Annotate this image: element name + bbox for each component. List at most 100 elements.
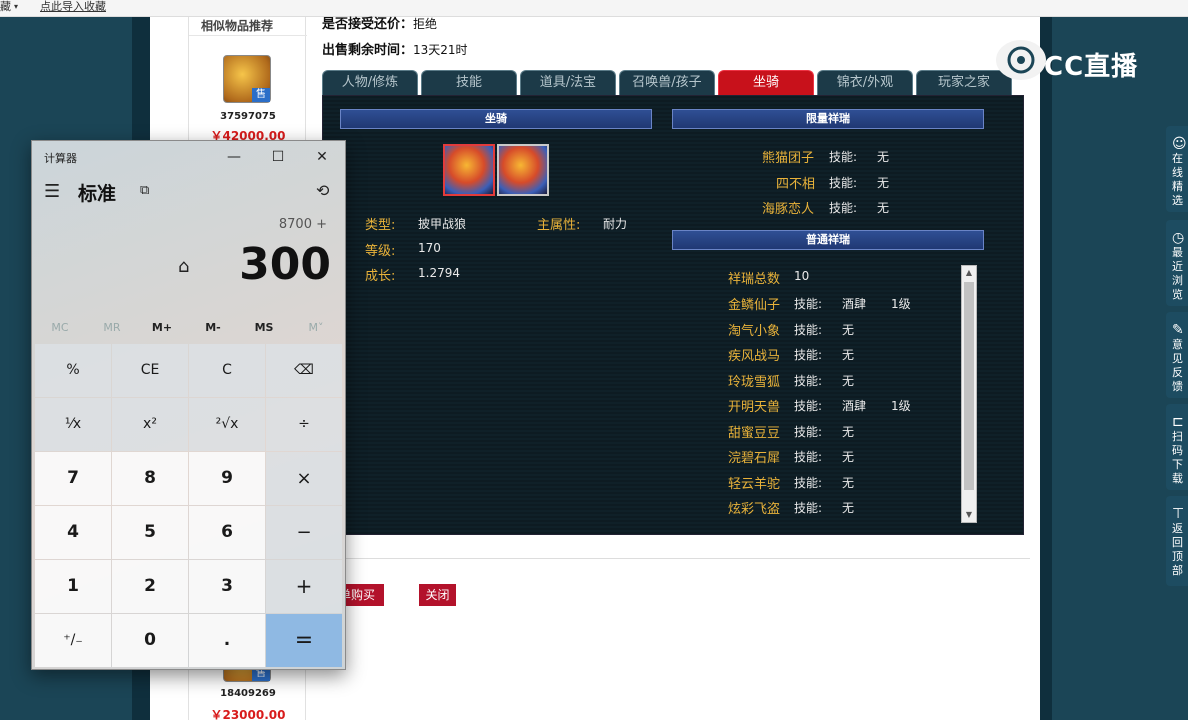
digit-6-button[interactable]: 6 xyxy=(189,506,265,559)
memory-add-button[interactable]: M+ xyxy=(136,321,188,334)
sidebar-item-download[interactable]: ⊏ 扫码下载 xyxy=(1166,404,1188,490)
chevron-down-icon[interactable]: ▾ xyxy=(14,0,18,13)
square-root-button[interactable]: ²√x xyxy=(189,398,265,451)
rare-header: 限量祥瑞 xyxy=(672,109,984,129)
watermark-brand: CC直播 xyxy=(1044,52,1139,82)
close-icon[interactable]: ✕ xyxy=(300,145,344,169)
rare-skill: 无 xyxy=(877,150,890,164)
normal-skill: 无 xyxy=(842,425,855,439)
sidebar-item-history[interactable]: ◷ 最近浏览 xyxy=(1166,220,1188,306)
reciprocal-button[interactable]: ¹⁄x xyxy=(35,398,111,451)
total-label: 祥瑞总数 xyxy=(728,272,781,287)
normal-skill: 无 xyxy=(842,348,855,362)
decimal-button[interactable]: . xyxy=(189,614,265,667)
memory-list-button[interactable]: M˅ xyxy=(290,321,342,334)
tab-pets[interactable]: 召唤兽/孩子 xyxy=(619,70,715,96)
normal-header: 普通祥瑞 xyxy=(672,230,984,250)
normal-skill-label: 技能: xyxy=(794,501,823,515)
close-button[interactable]: 关闭 xyxy=(419,584,456,606)
normal-list-scrollbar[interactable]: ▲ ▼ xyxy=(961,265,977,523)
clear-button[interactable]: C xyxy=(189,344,265,397)
scrollbar-thumb[interactable] xyxy=(964,282,974,490)
mount-panel xyxy=(322,95,1024,535)
normal-name: 玲珑雪狐 xyxy=(728,375,781,390)
sidebar-item-back-to-top[interactable]: ⊤ 返回顶部 xyxy=(1166,496,1188,586)
scroll-down-icon[interactable]: ▼ xyxy=(962,508,976,522)
backspace-icon[interactable]: ⌫ xyxy=(266,344,342,397)
normal-name: 开明天兽 xyxy=(728,400,781,415)
history-icon[interactable]: ⟲ xyxy=(316,181,329,200)
mount-attr-label: 主属性: xyxy=(537,218,581,233)
tab-mount[interactable]: 坐骑 xyxy=(718,70,814,96)
calculator-mode: 标准 xyxy=(78,183,117,205)
time-left-value: 13天21时 xyxy=(413,43,468,57)
subtract-button[interactable]: − xyxy=(266,506,342,559)
mount-growth-value: 1.2794 xyxy=(418,266,460,280)
normal-skill-level: 1级 xyxy=(891,297,911,311)
digit-7-button[interactable]: 7 xyxy=(35,452,111,505)
normal-skill: 无 xyxy=(842,476,855,490)
mount-level-value: 170 xyxy=(418,241,441,255)
calculator-titlebar[interactable]: 计算器 — ☐ ✕ xyxy=(32,141,345,173)
bargain-value: 拒绝 xyxy=(413,17,438,31)
digit-8-button[interactable]: 8 xyxy=(112,452,188,505)
normal-name: 淘气小象 xyxy=(728,324,781,339)
digit-2-button[interactable]: 2 xyxy=(112,560,188,613)
memory-store-button[interactable]: MS xyxy=(238,321,290,334)
equals-button[interactable]: = xyxy=(266,614,342,667)
memory-subtract-button[interactable]: M- xyxy=(187,321,239,334)
tab-character[interactable]: 人物/修炼 xyxy=(322,70,418,96)
bargain-info: 是否接受还价：拒绝 xyxy=(322,13,437,32)
digit-0-button[interactable]: 0 xyxy=(112,614,188,667)
memory-recall-button[interactable]: MR xyxy=(86,321,138,334)
tab-outfit[interactable]: 锦衣/外观 xyxy=(817,70,913,96)
normal-name: 浣碧石犀 xyxy=(728,451,781,466)
normal-name: 疾风战马 xyxy=(728,349,781,364)
item-thumbnail[interactable]: 售 xyxy=(223,55,271,103)
import-bookmarks-link[interactable]: 点此导入收藏 xyxy=(40,0,106,13)
negate-button[interactable]: ⁺/₋ xyxy=(35,614,111,667)
keep-on-top-icon[interactable]: ⧉ xyxy=(140,183,149,198)
normal-skill-label: 技能: xyxy=(794,476,823,490)
cc-live-logo-icon xyxy=(996,40,1046,80)
normal-skill: 无 xyxy=(842,323,855,337)
sidebar-item-feedback[interactable]: ✎ 意见反馈 xyxy=(1166,312,1188,398)
add-button[interactable]: + xyxy=(266,560,342,613)
clear-entry-button[interactable]: CE xyxy=(112,344,188,397)
rare-skill: 无 xyxy=(877,201,890,215)
digit-9-button[interactable]: 9 xyxy=(189,452,265,505)
digit-3-button[interactable]: 3 xyxy=(189,560,265,613)
tab-items[interactable]: 道具/法宝 xyxy=(520,70,616,96)
digit-5-button[interactable]: 5 xyxy=(112,506,188,559)
memory-clear-button[interactable]: MC xyxy=(34,321,86,334)
percent-button[interactable]: % xyxy=(35,344,111,397)
minimize-icon[interactable]: — xyxy=(212,145,256,169)
calculator-expression: 8700 + xyxy=(278,217,327,232)
multiply-button[interactable]: × xyxy=(266,452,342,505)
digit-4-button[interactable]: 4 xyxy=(35,506,111,559)
bargain-label: 是否接受还价： xyxy=(322,17,414,32)
scroll-up-icon[interactable]: ▲ xyxy=(962,266,976,280)
rare-name: 四不相 xyxy=(776,177,816,192)
edit-icon: ✎ xyxy=(1172,322,1184,338)
sidebar-item-label: 最近浏览 xyxy=(1172,246,1183,301)
maximize-icon[interactable]: ☐ xyxy=(256,145,300,169)
sidebar-item-featured[interactable]: ☺ 在线精选 xyxy=(1166,126,1188,212)
rare-name: 熊猫团子 xyxy=(762,151,815,166)
normal-name: 轻云羊驼 xyxy=(728,477,781,492)
mount-type-label: 类型: xyxy=(365,218,396,233)
mount-image[interactable] xyxy=(443,144,495,196)
divider xyxy=(189,35,307,36)
mount-image[interactable] xyxy=(497,144,549,196)
scan-icon: ⊏ xyxy=(1172,414,1184,430)
hamburger-menu-icon[interactable]: ☰ xyxy=(44,181,60,202)
digit-1-button[interactable]: 1 xyxy=(35,560,111,613)
square-button[interactable]: x² xyxy=(112,398,188,451)
divide-button[interactable]: ÷ xyxy=(266,398,342,451)
mount-header: 坐骑 xyxy=(340,109,652,129)
bookmark-menu[interactable]: 藏 xyxy=(0,0,11,13)
rare-skill: 无 xyxy=(877,176,890,190)
normal-skill: 无 xyxy=(842,450,855,464)
normal-name: 炫彩飞盗 xyxy=(728,502,781,517)
tab-skills[interactable]: 技能 xyxy=(421,70,517,96)
